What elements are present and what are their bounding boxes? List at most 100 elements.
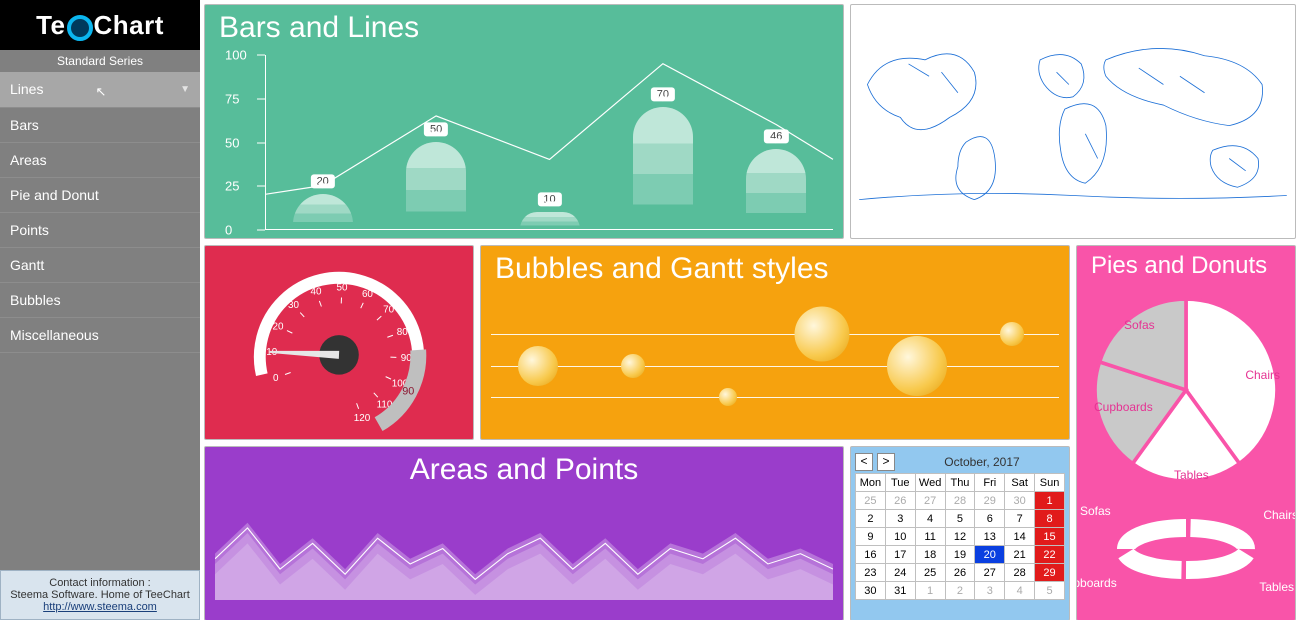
sidebar-item-bubbles[interactable]: Bubbles xyxy=(0,283,200,318)
calendar-day[interactable]: 10 xyxy=(885,528,915,546)
footer-link[interactable]: http://www.steema.com xyxy=(43,601,157,613)
calendar-day[interactable]: 5 xyxy=(945,510,975,528)
calendar-day[interactable]: 26 xyxy=(885,492,915,510)
tile-gauge[interactable]: 0102030405060708090100110120 90 xyxy=(204,245,474,440)
pie-label-sofas: Sofas xyxy=(1124,318,1155,332)
calendar-day[interactable]: 27 xyxy=(915,492,945,510)
brand-logo: Te Chart xyxy=(0,0,200,50)
pie-label-chairs: Chairs xyxy=(1245,368,1280,382)
tile-calendar[interactable]: < > October, 2017 MonTueWedThuFriSatSun … xyxy=(850,446,1070,620)
calendar-day[interactable]: 1 xyxy=(1035,492,1065,510)
calendar-day[interactable]: 28 xyxy=(945,492,975,510)
calendar-day[interactable]: 18 xyxy=(915,546,945,564)
calendar-day[interactable]: 30 xyxy=(856,582,886,600)
donut-chart: Sofas Chairs Tables Cupboards xyxy=(1086,504,1286,594)
bubble xyxy=(1000,322,1024,346)
calendar-day[interactable]: 13 xyxy=(975,528,1005,546)
bar-value-label: 20 xyxy=(311,175,335,189)
tile-world-map[interactable] xyxy=(850,4,1296,239)
calendar-day[interactable]: 20 xyxy=(975,546,1005,564)
calendar-day[interactable]: 26 xyxy=(945,564,975,582)
calendar-day[interactable]: 25 xyxy=(915,564,945,582)
calendar-day[interactable]: 4 xyxy=(915,510,945,528)
dashboard: Bars and Lines 0255075100 2050107046 xyxy=(200,0,1300,620)
calendar-day[interactable]: 12 xyxy=(945,528,975,546)
sidebar-item-lines[interactable]: Lines↖▼ xyxy=(0,72,200,108)
pie-label-cupboards: Cupboards xyxy=(1094,400,1153,414)
bubble xyxy=(621,354,645,378)
bubble xyxy=(518,346,558,386)
tile-bars-and-lines[interactable]: Bars and Lines 0255075100 2050107046 xyxy=(204,4,844,239)
calendar-day[interactable]: 14 xyxy=(1005,528,1035,546)
calendar-day[interactable]: 2 xyxy=(856,510,886,528)
calendar-day[interactable]: 23 xyxy=(856,564,886,582)
bar-value-label: 46 xyxy=(764,129,788,143)
pie-chart: Sofas Chairs Tables Cupboards xyxy=(1086,290,1286,490)
chevron-down-icon: ▼ xyxy=(180,84,190,95)
tile-title: Bars and Lines xyxy=(205,5,843,45)
svg-text:0: 0 xyxy=(273,373,279,384)
calendar-day[interactable]: 27 xyxy=(975,564,1005,582)
calendar-day[interactable]: 30 xyxy=(1005,492,1035,510)
donut-label-chairs: Chairs xyxy=(1263,508,1296,522)
sidebar-item-miscellaneous[interactable]: Miscellaneous xyxy=(0,318,200,353)
calendar-prev-button[interactable]: < xyxy=(855,453,873,471)
calendar-day[interactable]: 9 xyxy=(856,528,886,546)
calendar-day[interactable]: 6 xyxy=(975,510,1005,528)
sidebar-item-gantt[interactable]: Gantt xyxy=(0,248,200,283)
calendar-day[interactable]: 7 xyxy=(1005,510,1035,528)
sidebar: Te Chart Standard Series Lines↖▼BarsArea… xyxy=(0,0,200,620)
calendar-day[interactable]: 29 xyxy=(975,492,1005,510)
calendar-day[interactable]: 8 xyxy=(1035,510,1065,528)
calendar-day[interactable]: 16 xyxy=(856,546,886,564)
bubble xyxy=(795,306,850,361)
bar: 10 xyxy=(520,212,580,229)
bar: 70 xyxy=(633,107,693,229)
calendar-next-button[interactable]: > xyxy=(877,453,895,471)
calendar-day[interactable]: 31 xyxy=(885,582,915,600)
tile-pies-donuts[interactable]: Pies and Donuts Sofas Chairs Tables Cupb… xyxy=(1076,245,1296,620)
bubble xyxy=(719,388,737,406)
calendar-day[interactable]: 3 xyxy=(975,582,1005,600)
bubble xyxy=(887,336,947,396)
donut-label-tables: Tables xyxy=(1259,580,1294,594)
calendar-day[interactable]: 15 xyxy=(1035,528,1065,546)
calendar-day[interactable]: 25 xyxy=(856,492,886,510)
logo-text-left: Te xyxy=(36,10,65,41)
logo-text-right: Chart xyxy=(94,10,164,41)
tile-title: Pies and Donuts xyxy=(1077,246,1295,280)
calendar-day[interactable]: 2 xyxy=(945,582,975,600)
calendar-day[interactable]: 3 xyxy=(885,510,915,528)
sidebar-footer: Contact information : Steema Software. H… xyxy=(0,570,200,620)
calendar-day[interactable]: 21 xyxy=(1005,546,1035,564)
tile-bubbles[interactable]: Bubbles and Gantt styles xyxy=(480,245,1070,440)
calendar-day[interactable]: 28 xyxy=(1005,564,1035,582)
footer-line: Steema Software. Home of TeeChart xyxy=(7,589,193,601)
donut-label-sofas: Sofas xyxy=(1080,504,1111,518)
donut-label-cupboards: Cupboards xyxy=(1076,576,1117,590)
calendar-day[interactable]: 19 xyxy=(945,546,975,564)
sidebar-item-pie-and-donut[interactable]: Pie and Donut xyxy=(0,178,200,213)
world-map-icon xyxy=(851,5,1295,238)
logo-globe-icon xyxy=(67,15,93,41)
calendar-day[interactable]: 17 xyxy=(885,546,915,564)
calendar-day[interactable]: 22 xyxy=(1035,546,1065,564)
calendar-grid: MonTueWedThuFriSatSun 252627282930123456… xyxy=(855,473,1065,600)
calendar-day[interactable]: 5 xyxy=(1035,582,1065,600)
bar-value-label: 50 xyxy=(424,122,448,136)
bar: 50 xyxy=(406,142,466,229)
calendar-day[interactable]: 1 xyxy=(915,582,945,600)
sidebar-item-points[interactable]: Points xyxy=(0,213,200,248)
calendar-day[interactable]: 11 xyxy=(915,528,945,546)
svg-text:90: 90 xyxy=(402,385,414,397)
tile-areas-points[interactable]: Areas and Points 1020 xyxy=(204,446,844,620)
svg-text:20: 20 xyxy=(273,321,284,332)
sidebar-item-bars[interactable]: Bars xyxy=(0,108,200,143)
sidebar-title: Standard Series xyxy=(0,50,200,72)
calendar-day[interactable]: 29 xyxy=(1035,564,1065,582)
tile-title: Bubbles and Gantt styles xyxy=(481,246,1069,286)
sidebar-item-areas[interactable]: Areas xyxy=(0,143,200,178)
calendar-day[interactable]: 4 xyxy=(1005,582,1035,600)
bar-value-label: 70 xyxy=(651,88,675,102)
calendar-day[interactable]: 24 xyxy=(885,564,915,582)
